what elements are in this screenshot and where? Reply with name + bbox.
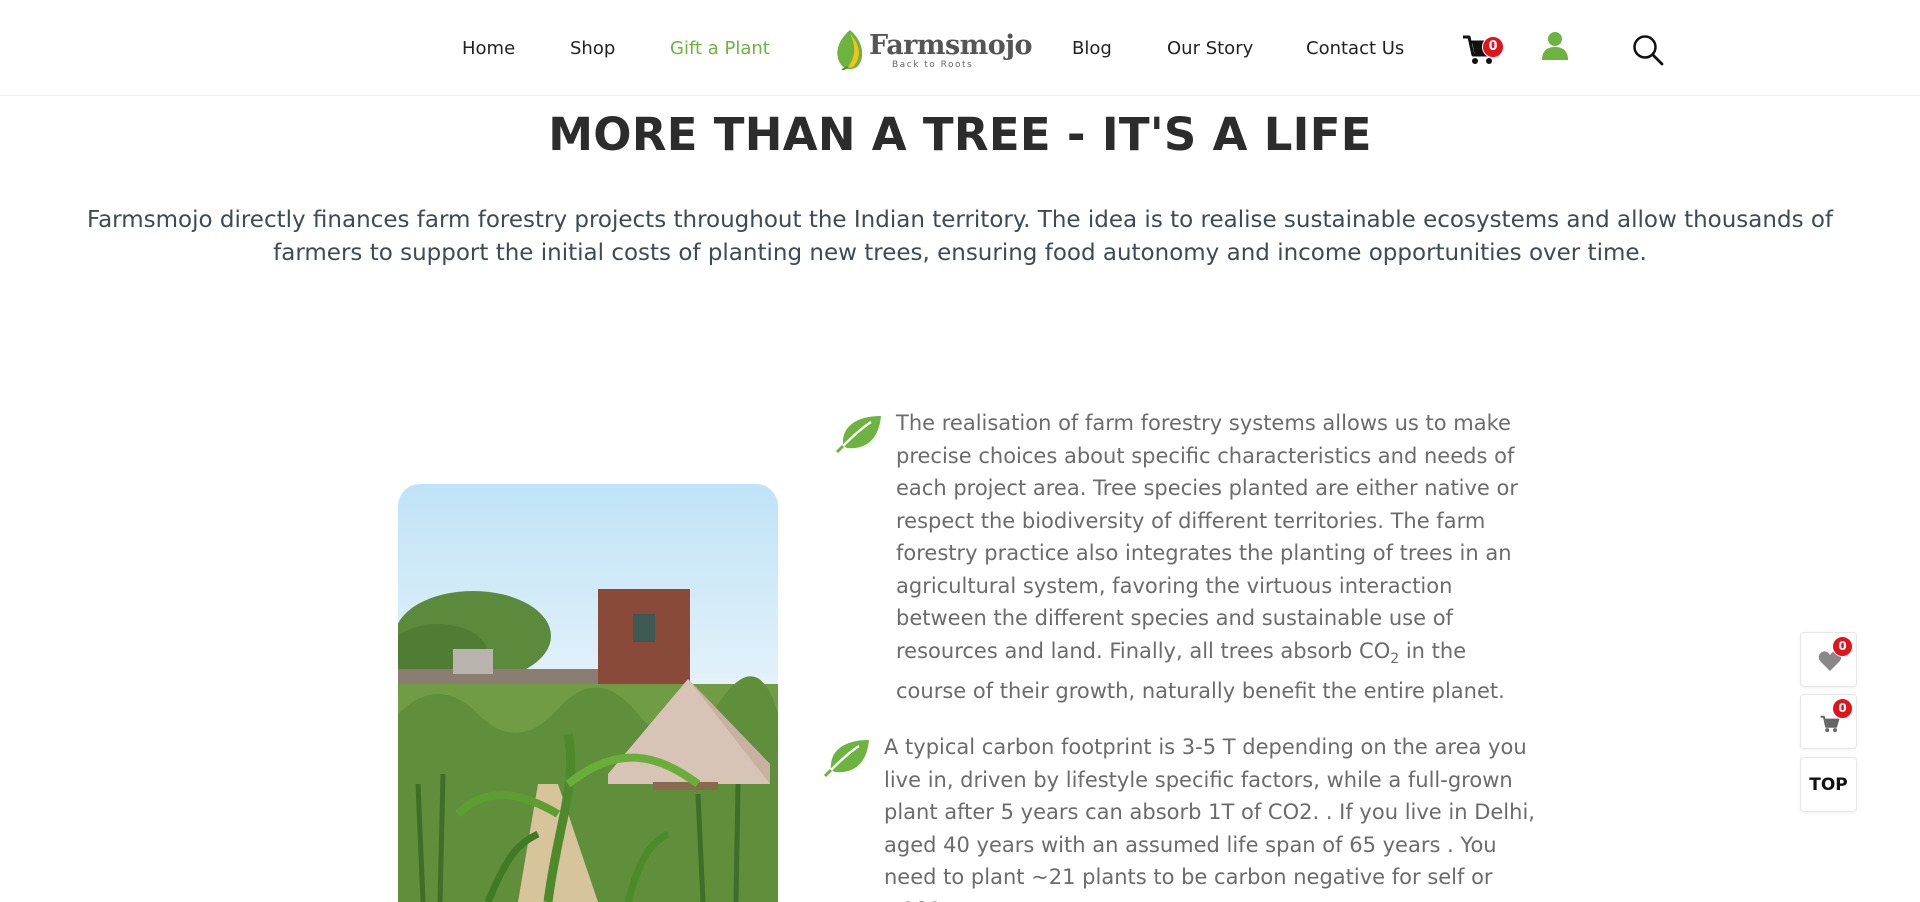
nav-our-story[interactable]: Our Story — [1167, 38, 1253, 59]
paragraph-line: agricultural system, favoring the virtuo… — [896, 573, 1453, 598]
paragraph-line: each project area. Tree species planted … — [896, 476, 1519, 500]
nav-gift-a-plant[interactable]: Gift a Plant — [670, 38, 770, 59]
paragraph-line: live in, driven by lifestyle specific fa… — [884, 767, 1513, 792]
farm-scene-image — [398, 484, 778, 902]
paragraph-line-tail: in the — [1399, 638, 1467, 663]
paragraph-line: The realisation of farm forestry systems… — [896, 411, 1511, 435]
leaf-logo-icon — [837, 30, 863, 70]
cart-widget-count-badge: 0 — [1832, 698, 1853, 719]
paragraph-line: resources and land. Finally, all trees a… — [896, 635, 1536, 676]
user-account-icon[interactable] — [1541, 31, 1569, 61]
paragraph-line: respect the biodiversity of different te… — [896, 508, 1486, 533]
paragraph-line: forestry practice also integrates the pl… — [896, 541, 1512, 565]
paragraph-line: between the different species and sustai… — [896, 606, 1453, 630]
intro-paragraph: Farmsmojo directly finances farm forestr… — [86, 207, 1834, 266]
paragraph-farm-forestry: The realisation of farm forestry systems… — [896, 407, 1536, 708]
nav-contact-us[interactable]: Contact Us — [1306, 38, 1404, 59]
leaf-bullet-icon — [835, 416, 881, 454]
paragraph-carbon-footprint: A typical carbon footprint is 3-5 T depe… — [884, 731, 1544, 902]
wishlist-widget-button[interactable]: 0 — [1800, 632, 1857, 687]
site-header: Home Shop Gift a Plant Farmsmojo Back to… — [0, 0, 1920, 96]
nav-home[interactable]: Home — [462, 38, 515, 59]
co2-subscript: 2 — [1390, 650, 1400, 667]
nav-blog[interactable]: Blog — [1072, 38, 1112, 59]
farm-photo — [398, 484, 778, 902]
paragraph-line: course of their growth, naturally benefi… — [896, 679, 1505, 704]
paragraph-line: plant after 5 years can absorb 1T of CO2… — [884, 800, 1535, 824]
paragraph-line-text: resources and land. Finally, all trees a… — [896, 638, 1391, 663]
paragraph-line: A typical carbon footprint is 3-5 T depe… — [884, 735, 1527, 759]
nav-shop[interactable]: Shop — [570, 38, 615, 59]
paragraph-line: aged 40 years with an assumed life span … — [884, 832, 1497, 857]
header-cart-count-badge: 0 — [1482, 36, 1504, 58]
wishlist-count-badge: 0 — [1832, 636, 1853, 657]
farmsmojo-logo[interactable]: Farmsmojo Back to Roots — [830, 28, 1033, 72]
header-cart-button[interactable]: 0 — [1462, 32, 1504, 66]
page-title: MORE THAN A TREE - IT'S A LIFE — [548, 108, 1372, 161]
back-to-top-button[interactable]: TOP — [1800, 757, 1857, 812]
leaf-bullet-icon — [823, 740, 869, 778]
logo-tagline: Back to Roots — [892, 60, 974, 70]
cart-widget-button[interactable]: 0 — [1800, 694, 1857, 749]
search-icon[interactable] — [1632, 34, 1664, 66]
paragraph-line: need to plant ~21 plants to be carbon ne… — [884, 865, 1493, 902]
paragraph-line: precise choices about specific character… — [896, 443, 1515, 468]
logo-name: Farmsmojo — [869, 30, 1033, 61]
